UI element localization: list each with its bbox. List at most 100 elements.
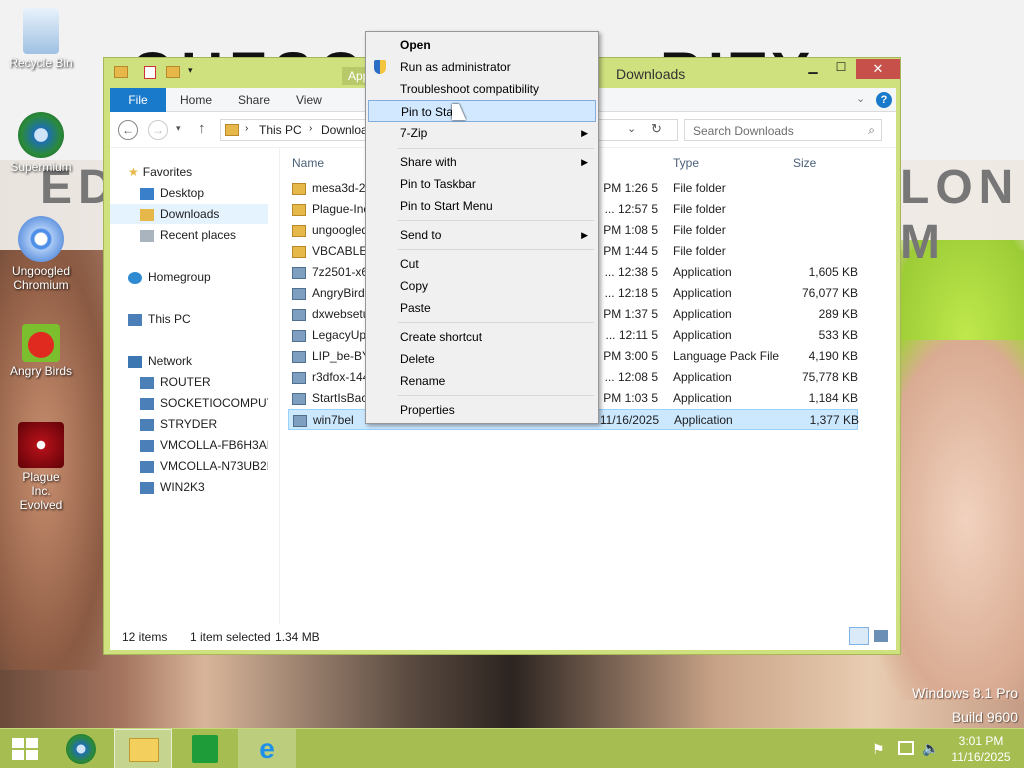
nav-recent-places[interactable]: Recent places bbox=[140, 225, 236, 245]
search-icon: ⌕ bbox=[868, 123, 875, 137]
nav-network-item[interactable]: SOCKETIOCOMPUT bbox=[140, 393, 268, 413]
large-icons-view-icon[interactable] bbox=[874, 630, 888, 642]
flag-icon[interactable]: ⚑ bbox=[872, 741, 885, 758]
internet-explorer-icon: e bbox=[259, 733, 275, 764]
file-name: StartIsBack bbox=[312, 391, 368, 405]
taskbar-store[interactable] bbox=[176, 729, 234, 768]
nav-desktop[interactable]: Desktop bbox=[140, 183, 204, 203]
nav-network-item[interactable]: VMCOLLA-FB6H3AN bbox=[140, 435, 268, 455]
nav-label: WIN2K3 bbox=[160, 480, 205, 494]
maximize-button[interactable]: ☐ bbox=[828, 60, 854, 80]
taskbar: e ⚑ 🔈 3:01 PM 11/16/2025 bbox=[0, 728, 1024, 768]
menu-item-copy[interactable]: Copy bbox=[368, 275, 596, 297]
nav-favorites[interactable]: ★ Favorites bbox=[128, 162, 192, 182]
windows-logo-icon bbox=[12, 738, 38, 760]
nav-network-item[interactable]: STRYDER bbox=[140, 414, 268, 434]
start-button[interactable] bbox=[0, 729, 50, 768]
clock-time: 3:01 PM bbox=[958, 734, 1004, 748]
nav-label: VMCOLLA-N73UB2D bbox=[160, 459, 268, 473]
file-name: LIP_be-BY- bbox=[312, 349, 368, 363]
address-dropdown-icon[interactable]: ⌄ bbox=[627, 122, 636, 135]
nav-network-item[interactable]: ROUTER bbox=[140, 372, 268, 392]
menu-item-share-with[interactable]: Share with ▶ bbox=[368, 151, 596, 173]
nav-homegroup[interactable]: Homegroup bbox=[128, 267, 211, 287]
nav-network-item[interactable]: VMCOLLA-N73UB2D bbox=[140, 456, 268, 476]
back-button[interactable]: ← bbox=[118, 120, 138, 140]
menu-item-rename[interactable]: Rename bbox=[368, 370, 596, 392]
menu-item-pin-to-start[interactable]: Pin to Start bbox=[368, 100, 596, 122]
file-name: mesa3d-25 bbox=[312, 181, 368, 195]
menu-item-7zip[interactable]: 7-Zip ▶ bbox=[368, 122, 596, 144]
desktop-icon-label: Recycle Bin bbox=[9, 56, 73, 70]
taskbar-internet-explorer[interactable]: e bbox=[238, 729, 296, 768]
computer-icon bbox=[140, 376, 154, 389]
help-icon[interactable]: ? bbox=[876, 92, 892, 108]
desktop-icon-plague-inc[interactable]: Plague Inc. Evolved bbox=[0, 422, 82, 512]
menu-item-pin-to-start-menu[interactable]: Pin to Start Menu bbox=[368, 195, 596, 217]
menu-item-create-shortcut[interactable]: Create shortcut bbox=[368, 326, 596, 348]
search-input[interactable]: Search Downloads ⌕ bbox=[684, 119, 882, 141]
file-size: 1,605 KB bbox=[808, 265, 858, 279]
desktop-icon-angry-birds[interactable]: Angry Birds bbox=[0, 324, 82, 378]
file-size: 1,377 KB bbox=[809, 413, 859, 427]
desktop-icon bbox=[140, 187, 154, 200]
application-icon bbox=[293, 415, 307, 427]
nav-this-pc[interactable]: This PC bbox=[128, 309, 191, 329]
tab-home[interactable]: Home bbox=[180, 88, 212, 112]
desktop-icon-recycle-bin[interactable]: Recycle Bin bbox=[0, 8, 82, 70]
close-button[interactable]: ✕ bbox=[856, 59, 900, 79]
store-icon bbox=[192, 735, 218, 763]
properties-icon[interactable] bbox=[144, 66, 156, 79]
tab-view[interactable]: View bbox=[296, 88, 322, 112]
menu-item-properties[interactable]: Properties bbox=[368, 399, 596, 421]
recycle-bin-icon bbox=[23, 8, 59, 54]
clock-date: 11/16/2025 bbox=[951, 750, 1011, 764]
taskbar-file-explorer[interactable] bbox=[114, 729, 172, 768]
taskbar-supermium[interactable] bbox=[52, 729, 110, 768]
forward-button[interactable]: → bbox=[148, 120, 168, 140]
nav-downloads[interactable]: Downloads bbox=[110, 204, 268, 224]
clock[interactable]: 3:01 PM 11/16/2025 bbox=[944, 733, 1018, 765]
nav-network-item[interactable]: WIN2K3 bbox=[140, 477, 268, 497]
submenu-arrow-icon: ▶ bbox=[581, 157, 588, 167]
folder-icon bbox=[292, 183, 306, 195]
menu-item-troubleshoot[interactable]: Troubleshoot compatibility bbox=[368, 78, 596, 100]
status-bar: 12 items 1 item selected 1.34 MB bbox=[110, 624, 896, 650]
expand-ribbon-icon[interactable]: ⌄ bbox=[856, 92, 865, 105]
breadcrumb-separator-icon[interactable]: › bbox=[309, 123, 312, 134]
file-name: 7z2501-x64 bbox=[312, 265, 368, 279]
menu-item-open[interactable]: Open bbox=[368, 34, 596, 56]
desktop-icon-supermium[interactable]: Supermium bbox=[0, 112, 82, 174]
menu-label: 7-Zip bbox=[400, 126, 428, 140]
desktop-icon-ungoogled-chromium[interactable]: Ungoogled Chromium bbox=[0, 216, 82, 292]
nav-label: Network bbox=[148, 354, 193, 368]
file-type: Application bbox=[673, 265, 732, 279]
menu-item-paste[interactable]: Paste bbox=[368, 297, 596, 319]
application-icon bbox=[292, 393, 306, 405]
refresh-icon[interactable]: ↻ bbox=[651, 121, 662, 137]
breadcrumb-separator-icon[interactable]: › bbox=[245, 123, 248, 134]
menu-separator bbox=[398, 148, 594, 149]
column-header-size[interactable]: Size bbox=[793, 156, 816, 170]
minimize-button[interactable]: ▁ bbox=[800, 60, 826, 80]
column-header-name[interactable]: Name bbox=[292, 156, 324, 170]
column-header-type[interactable]: Type bbox=[673, 156, 699, 170]
recent-locations-icon[interactable]: ▾ bbox=[176, 123, 181, 134]
menu-item-run-as-admin[interactable]: Run as administrator bbox=[368, 56, 596, 78]
tab-file[interactable]: File bbox=[110, 88, 166, 112]
file-name: ungoogled bbox=[312, 223, 368, 237]
menu-item-send-to[interactable]: Send to ▶ bbox=[368, 224, 596, 246]
details-view-icon[interactable] bbox=[849, 627, 869, 645]
chevron-down-icon[interactable]: ▾ bbox=[188, 65, 193, 76]
new-folder-icon[interactable] bbox=[166, 66, 180, 78]
nav-network[interactable]: Network bbox=[128, 351, 192, 371]
tab-share[interactable]: Share bbox=[238, 88, 270, 112]
menu-item-delete[interactable]: Delete bbox=[368, 348, 596, 370]
file-explorer-icon bbox=[129, 738, 159, 762]
up-button[interactable]: ↑ bbox=[198, 120, 206, 137]
menu-item-pin-to-taskbar[interactable]: Pin to Taskbar bbox=[368, 173, 596, 195]
menu-item-cut[interactable]: Cut bbox=[368, 253, 596, 275]
volume-icon[interactable]: 🔈 bbox=[922, 740, 939, 757]
breadcrumb-this-pc[interactable]: This PC bbox=[259, 123, 302, 137]
network-tray-icon[interactable] bbox=[898, 741, 914, 755]
